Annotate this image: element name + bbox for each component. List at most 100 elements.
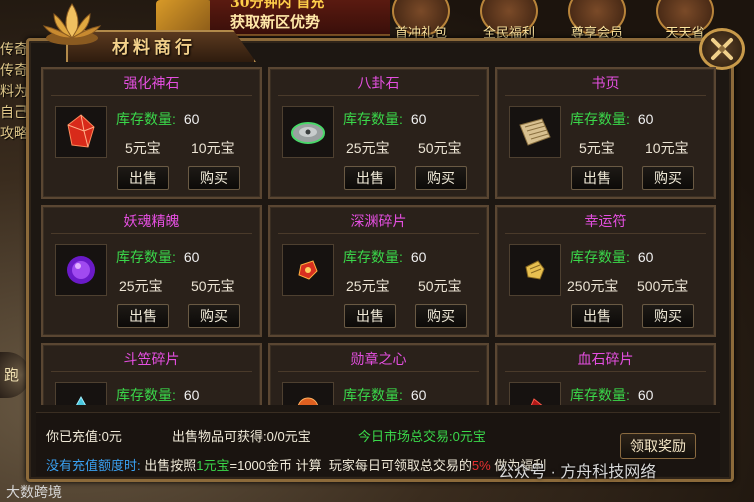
card-divider	[278, 95, 479, 96]
lotus-emblem-icon	[42, 3, 102, 45]
close-button[interactable]	[699, 28, 745, 70]
stock-value: 60	[410, 249, 427, 265]
card-divider	[505, 371, 706, 372]
buy-button[interactable]: 购买	[188, 304, 240, 328]
item-name: 书页	[591, 75, 620, 91]
buy-button[interactable]: 购买	[642, 304, 694, 328]
side-run-label: 跑	[4, 366, 20, 384]
item-name: 强化神石	[123, 75, 180, 91]
sell-button[interactable]: 出售	[117, 166, 169, 190]
watermark: 公众号 · 方舟科技网络	[498, 464, 657, 481]
stock-row: 库存数量: 60	[570, 109, 653, 129]
sell-gain-label: 出售物品可获得:	[172, 429, 267, 444]
stock-label: 库存数量:	[116, 111, 176, 127]
item-slot[interactable]	[55, 244, 107, 296]
item-slot[interactable]	[282, 244, 334, 296]
item-slot[interactable]	[282, 106, 334, 158]
stock-label: 库存数量:	[570, 387, 630, 403]
stock-label: 库存数量:	[343, 387, 403, 403]
stock-row: 库存数量: 60	[116, 385, 199, 405]
hat-shard-icon	[76, 395, 86, 405]
item-card: 斗笠碎片 库存数量: 60	[41, 343, 262, 405]
rule-text: =1000金币	[229, 458, 293, 473]
vip-member-icon[interactable]: 尊享会员	[568, 0, 626, 41]
sell-button[interactable]: 出售	[117, 304, 169, 328]
red-crystal-icon	[67, 114, 95, 148]
market-label: 今日市场总交易:	[358, 429, 453, 444]
first-recharge-gift-icon[interactable]: 首冲礼包	[392, 0, 450, 41]
daily-save-icon[interactable]: 天天省	[656, 0, 714, 41]
card-divider	[51, 371, 252, 372]
stock-label: 库存数量:	[570, 249, 630, 265]
item-card: 妖魂精魄 库存数量: 60 25元宝 50元宝 出售 购买	[41, 205, 262, 337]
buy-button[interactable]: 购买	[642, 166, 694, 190]
stock-label: 库存数量:	[343, 249, 403, 265]
recharge-info: 你已充值:0元	[46, 426, 122, 445]
item-slot[interactable]	[509, 382, 561, 405]
stock-label: 库存数量:	[116, 249, 176, 265]
rule-percent: 5%	[471, 458, 491, 473]
abyss-shard-icon	[298, 260, 318, 280]
sell-price: 250元宝	[567, 278, 619, 294]
claim-reward-button[interactable]: 领取奖励	[620, 433, 696, 459]
no-quota-label: 没有充值额度时:	[46, 458, 141, 473]
sell-price: 5元宝	[579, 140, 615, 156]
sell-button[interactable]: 出售	[571, 304, 623, 328]
item-name: 勋章之心	[350, 351, 407, 367]
stock-value: 60	[637, 249, 654, 265]
buy-button[interactable]: 购买	[415, 304, 467, 328]
card-divider	[278, 371, 479, 372]
sell-gain-info: 出售物品可获得:0/0元宝	[172, 426, 311, 445]
item-card: 勋章之心 库存数量: 60	[268, 343, 489, 405]
stock-value: 60	[183, 111, 200, 127]
item-name: 斗笠碎片	[123, 351, 180, 367]
item-slot[interactable]	[55, 382, 107, 405]
buy-price: 50元宝	[191, 278, 235, 294]
stock-value: 60	[637, 111, 654, 127]
item-slot[interactable]	[509, 244, 561, 296]
stock-row: 库存数量: 60	[343, 385, 426, 405]
watermark-left: 大数跨境	[6, 484, 62, 500]
card-divider	[505, 233, 706, 234]
treasure-chest-icon[interactable]	[156, 0, 212, 34]
blood-stone-icon	[530, 398, 543, 405]
market-value: 0元宝	[452, 429, 486, 444]
stock-row: 库存数量: 60	[116, 247, 199, 267]
welfare-icon[interactable]: 全民福利	[480, 0, 538, 41]
buy-button[interactable]: 购买	[188, 166, 240, 190]
card-divider	[278, 233, 479, 234]
buy-price: 10元宝	[191, 140, 235, 156]
stock-row: 库存数量: 60	[343, 109, 426, 129]
buy-price: 50元宝	[418, 278, 462, 294]
item-slot[interactable]	[55, 106, 107, 158]
medal-heart-icon	[297, 397, 319, 405]
buy-price: 10元宝	[645, 140, 689, 156]
item-slot[interactable]	[509, 106, 561, 158]
stock-row: 库存数量: 60	[343, 247, 426, 267]
item-name: 深渊碎片	[350, 213, 407, 229]
sell-price: 25元宝	[119, 278, 163, 294]
sell-button[interactable]: 出售	[344, 304, 396, 328]
top-activity-bar: 首冲礼包 全民福利 尊享会员 天天省	[392, 0, 754, 41]
sell-gain-value: 0/0元宝	[266, 429, 311, 444]
stock-label: 库存数量:	[343, 111, 403, 127]
stock-value: 60	[183, 387, 200, 403]
sell-button[interactable]: 出售	[571, 166, 623, 190]
stock-value: 60	[637, 387, 654, 403]
stock-value: 60	[410, 111, 427, 127]
rule-text: 出售按照	[144, 458, 197, 473]
panel-title: 材料商行	[112, 38, 196, 58]
item-slot[interactable]	[282, 382, 334, 405]
promo-banner[interactable]: 30分钟内 首充 获取新区优势	[210, 0, 390, 36]
item-card: 书页 库存数量: 60 5元宝 10元宝 出售 购买	[495, 67, 716, 199]
sell-button[interactable]: 出售	[344, 166, 396, 190]
item-card: 血石碎片 库存数量: 60	[495, 343, 716, 405]
rule-rate: 1元宝	[196, 458, 230, 473]
buy-button[interactable]: 购买	[415, 166, 467, 190]
rules-text: 没有充值额度时: 出售按照1元宝=1000金币 计算 玩家每日可领取总交易的5%…	[46, 455, 546, 474]
item-grid: 强化神石 库存数量: 60 5元宝 10元宝 出售 购买 八卦石 库存数量: 60 …	[41, 67, 716, 405]
item-name: 血石碎片	[577, 351, 634, 367]
bagua-stone-icon	[291, 122, 325, 144]
stock-row: 库存数量: 60	[570, 247, 653, 267]
item-name: 八卦石	[357, 75, 400, 91]
